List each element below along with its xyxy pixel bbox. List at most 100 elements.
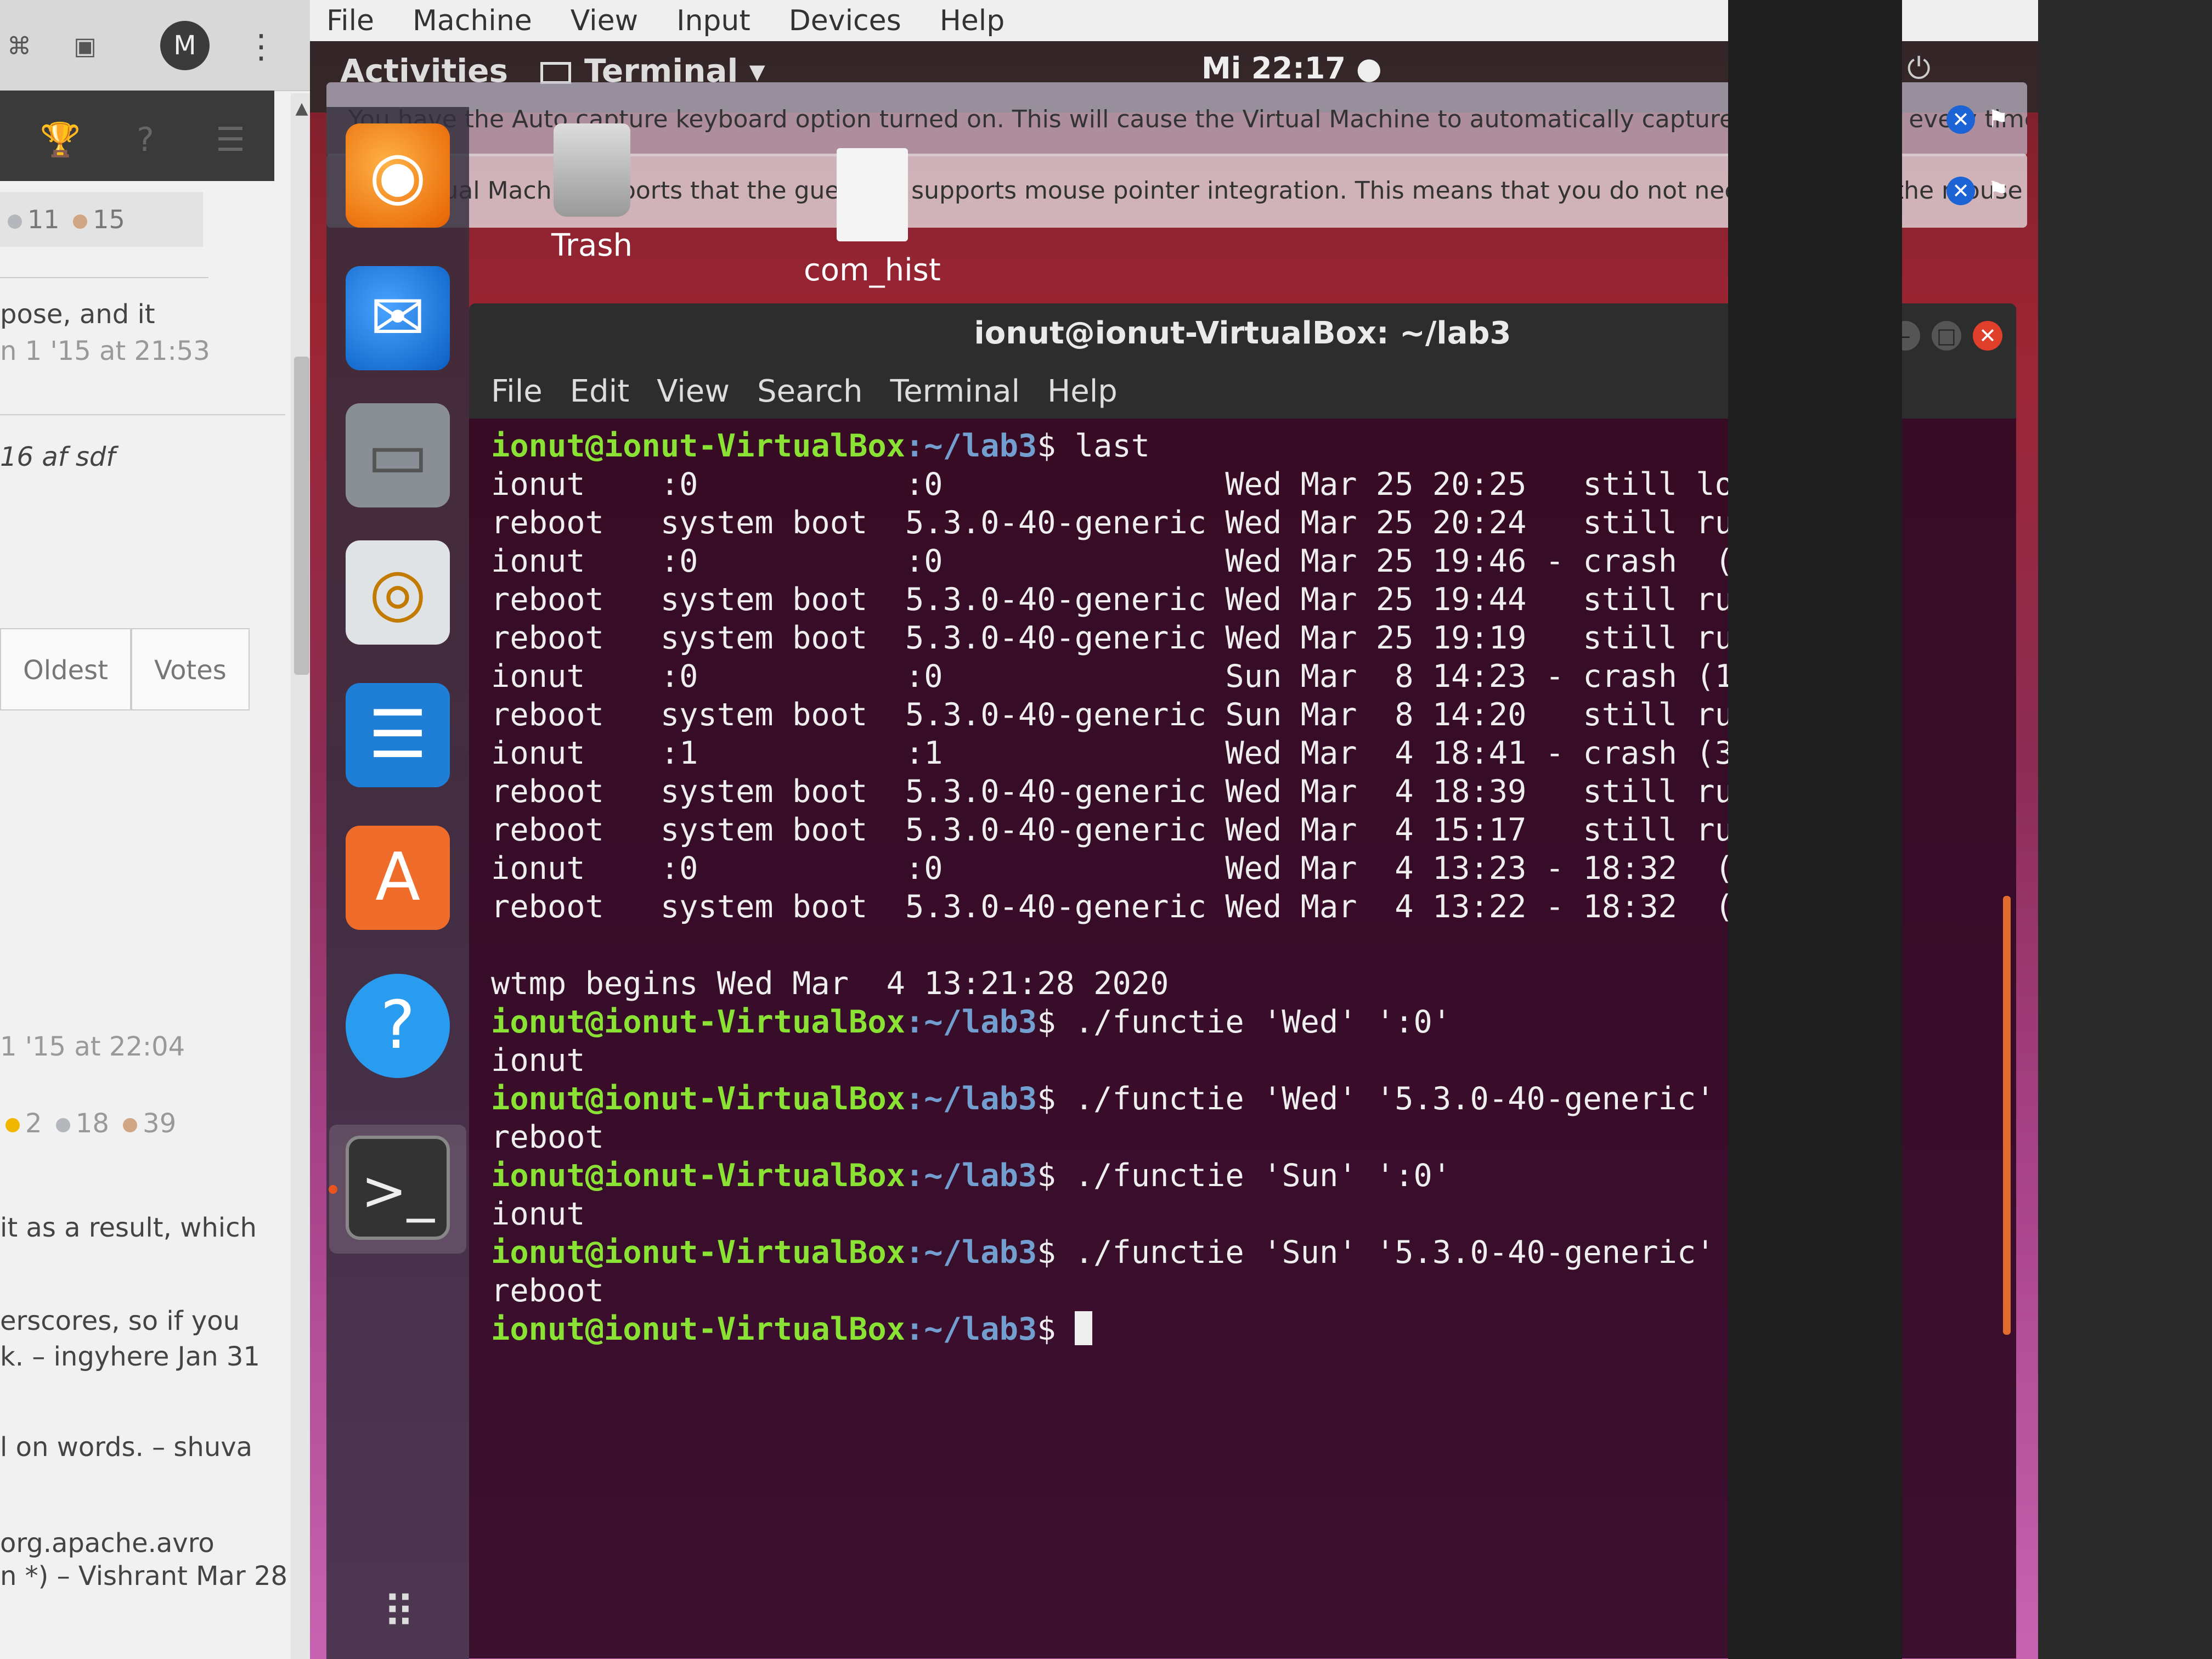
close-notification-icon[interactable]: ✕ — [1946, 105, 1975, 134]
prompt-path: :~/lab3 — [905, 428, 1037, 464]
terminal-menu-edit[interactable]: Edit — [570, 374, 629, 409]
trophy-icon[interactable]: 🏆 — [38, 118, 82, 162]
command-text: ./functie 'Wed' ':0' — [1074, 1004, 1452, 1040]
text-cursor — [1074, 1311, 1092, 1345]
terminal-menu-file[interactable]: File — [491, 374, 543, 409]
scrollbar[interactable]: ▲ — [291, 93, 313, 1659]
comment-author[interactable]: n *) – Vishrant Mar 28 — [0, 1561, 287, 1592]
prompt-symbol: $ — [1037, 1004, 1075, 1040]
gold-count: 2 — [25, 1108, 42, 1139]
comment-author[interactable]: k. – ingyhere Jan 31 — [0, 1341, 260, 1372]
vbox-menu-help[interactable]: Help — [940, 4, 1005, 37]
text-file-icon — [836, 148, 908, 241]
silver-count: 18 — [75, 1108, 109, 1139]
prompt-user: ionut@ionut-VirtualBox — [491, 1234, 905, 1271]
vbox-menu-input[interactable]: Input — [676, 4, 751, 37]
extension-icon[interactable]: ⌘ — [0, 27, 38, 66]
prompt-user: ionut@ionut-VirtualBox — [491, 1004, 905, 1040]
running-indicator — [329, 1185, 337, 1194]
help-icon[interactable]: ? — [346, 974, 450, 1078]
sort-oldest-tab[interactable]: Oldest — [0, 628, 131, 710]
comment-timestamp: n 1 '15 at 21:53 — [0, 336, 210, 366]
terminal-menu-view[interactable]: View — [657, 374, 730, 409]
terminal-app-icon — [540, 61, 571, 84]
divider — [0, 277, 208, 278]
terminal-menu-search[interactable]: Search — [757, 374, 862, 409]
prompt-symbol: $ — [1037, 1158, 1075, 1194]
trash-desktop-icon[interactable]: Trash — [551, 123, 633, 263]
dont-show-again-icon[interactable]: ⚑ — [1983, 176, 2013, 206]
terminal-scrollbar[interactable] — [2003, 896, 2011, 1335]
code-snippet: 16 af sdf — [0, 442, 116, 472]
prompt-path: :~/lab3 — [905, 1311, 1037, 1347]
kebab-menu-icon[interactable]: ⋮ — [245, 22, 278, 71]
prompt-symbol: $ — [1037, 1081, 1075, 1117]
prompt-user: ionut@ionut-VirtualBox — [491, 428, 905, 464]
comment-snippet: org.apache.avro — [0, 1528, 215, 1559]
terminal-icon[interactable]: >_ — [346, 1136, 450, 1240]
com-hist-desktop-icon[interactable]: com_hist — [804, 148, 941, 288]
bronze-badge-icon — [123, 1118, 138, 1132]
comment-snippet: l on words. – shuva — [0, 1432, 253, 1463]
ubuntu-dock: ◉ ✉ ▭ ◎ ☰ A ? >_ ⠿ — [326, 107, 469, 1659]
trash-icon — [553, 123, 630, 217]
command-text: ./functie 'Sun' ':0' — [1074, 1158, 1452, 1194]
vbox-menu-devices[interactable]: Devices — [789, 4, 901, 37]
scrollbar-thumb[interactable] — [294, 357, 309, 675]
trash-label: Trash — [551, 228, 633, 263]
prompt-symbol: $ — [1037, 428, 1075, 464]
prompt-path: :~/lab3 — [905, 1081, 1037, 1117]
help-icon[interactable]: ? — [123, 118, 167, 162]
screenshot-icon[interactable]: ▣ — [66, 27, 104, 66]
vbox-menu-machine[interactable]: Machine — [413, 4, 532, 37]
bronze-count: 15 — [93, 205, 125, 234]
close-button[interactable]: ✕ — [1973, 321, 2002, 351]
firefox-icon[interactable]: ◉ — [346, 123, 450, 228]
monitor-bezel — [1728, 0, 1902, 1659]
prompt-user: ionut@ionut-VirtualBox — [491, 1081, 905, 1117]
scroll-up-arrow-icon[interactable]: ▲ — [291, 99, 313, 121]
dont-show-again-icon[interactable]: ⚑ — [1983, 104, 2013, 135]
show-applications-icon[interactable]: ⠿ — [370, 1583, 431, 1643]
thunderbird-icon[interactable]: ✉ — [346, 266, 450, 370]
silver-count: 11 — [27, 205, 60, 234]
bronze-count: 39 — [143, 1108, 177, 1139]
comment-snippet: it as a result, which — [0, 1212, 257, 1243]
vbox-menu-view[interactable]: View — [571, 4, 638, 37]
writer-icon[interactable]: ☰ — [346, 683, 450, 787]
clock[interactable]: Mi 22:17 ● — [1201, 51, 1382, 86]
vbox-menu-file[interactable]: File — [326, 4, 374, 37]
file-label: com_hist — [804, 252, 941, 288]
close-notification-icon[interactable]: ✕ — [1946, 177, 1975, 205]
command-text: ./functie 'Wed' '5.3.0-40-generic' — [1074, 1081, 1715, 1117]
site-topbar: 🏆 ? ☰ — [0, 91, 274, 181]
command-text: ./functie 'Sun' '5.3.0-40-generic' — [1074, 1234, 1715, 1271]
software-icon[interactable]: A — [346, 826, 450, 930]
files-icon[interactable]: ▭ — [346, 403, 450, 507]
terminal-menu-help[interactable]: Help — [1047, 374, 1118, 409]
user-reputation: 2 18 39 — [0, 1108, 176, 1139]
reputation-badges: 11 15 — [0, 192, 203, 247]
hamburger-icon[interactable]: ☰ — [208, 118, 252, 162]
gold-badge-icon — [5, 1118, 20, 1132]
browser-toolbar: ⌘ ▣ M ⋮ — [0, 0, 313, 91]
silver-badge-icon — [8, 214, 22, 229]
answer-sort-tabs: Oldest Votes — [0, 628, 250, 710]
terminal-menu-terminal[interactable]: Terminal — [890, 374, 1020, 409]
avatar[interactable]: M — [160, 21, 210, 70]
comment-snippet: pose, and it — [0, 299, 155, 330]
prompt-symbol: $ — [1037, 1311, 1075, 1347]
comment-timestamp: 1 '15 at 22:04 — [0, 1031, 185, 1062]
comment-snippet: erscores, so if you — [0, 1306, 240, 1336]
prompt-path: :~/lab3 — [905, 1234, 1037, 1271]
prompt-path: :~/lab3 — [905, 1158, 1037, 1194]
bronze-badge-icon — [73, 214, 88, 229]
prompt-user: ionut@ionut-VirtualBox — [491, 1311, 905, 1347]
prompt-user: ionut@ionut-VirtualBox — [491, 1158, 905, 1194]
silver-badge-icon — [55, 1118, 70, 1132]
prompt-path: :~/lab3 — [905, 1004, 1037, 1040]
rhythmbox-icon[interactable]: ◎ — [346, 540, 450, 645]
sort-votes-tab[interactable]: Votes — [131, 628, 250, 710]
host-browser-panel: ⌘ ▣ M ⋮ 🏆 ? ☰ 11 15 pose, and it n 1 '15… — [0, 0, 313, 1659]
maximize-button[interactable]: □ — [1932, 321, 1961, 351]
